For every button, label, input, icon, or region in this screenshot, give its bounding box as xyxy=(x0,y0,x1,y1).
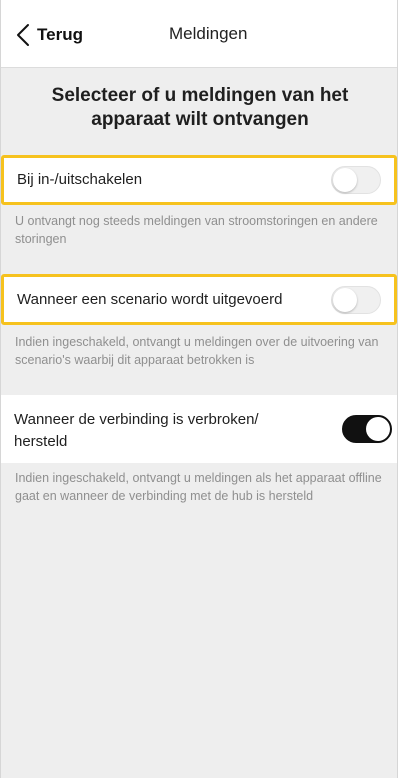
power-toggle-switch[interactable] xyxy=(331,166,381,194)
notifications-screen: Terug Meldingen Selecteer of u meldingen… xyxy=(0,0,398,778)
setting-description: U ontvangt nog steeds meldingen van stro… xyxy=(15,214,378,246)
setting-label: Wanneer een scenario wordt uitgevoerd xyxy=(17,291,283,308)
toggle-knob xyxy=(366,417,390,441)
back-label: Terug xyxy=(37,25,83,44)
section-heading: Selecteer of u meldingen van het apparaa… xyxy=(51,85,349,130)
chevron-left-icon xyxy=(15,23,33,47)
toggle-knob xyxy=(333,168,357,192)
connection-toggle-switch[interactable] xyxy=(342,415,392,443)
toggle-knob xyxy=(333,288,357,312)
setting-row-power-toggle[interactable]: Bij in-/uitschakelen xyxy=(1,155,397,205)
setting-description: Indien ingeschakeld, ontvangt u meldinge… xyxy=(15,335,379,367)
page-title: Meldingen xyxy=(169,24,248,43)
setting-label: Bij in-/uitschakelen xyxy=(17,171,143,188)
back-button[interactable]: Terug xyxy=(15,22,83,48)
setting-row-connection[interactable]: Wanneer de verbinding is verbroken/ hers… xyxy=(1,395,397,463)
setting-row-scenario[interactable]: Wanneer een scenario wordt uitgevoerd xyxy=(1,274,397,325)
scenario-toggle-switch[interactable] xyxy=(331,286,381,314)
setting-label: Wanneer de verbinding is verbroken/ hers… xyxy=(14,411,259,450)
setting-description: Indien ingeschakeld, ontvangt u meldinge… xyxy=(15,471,382,503)
navigation-bar: Terug Meldingen xyxy=(1,0,397,68)
